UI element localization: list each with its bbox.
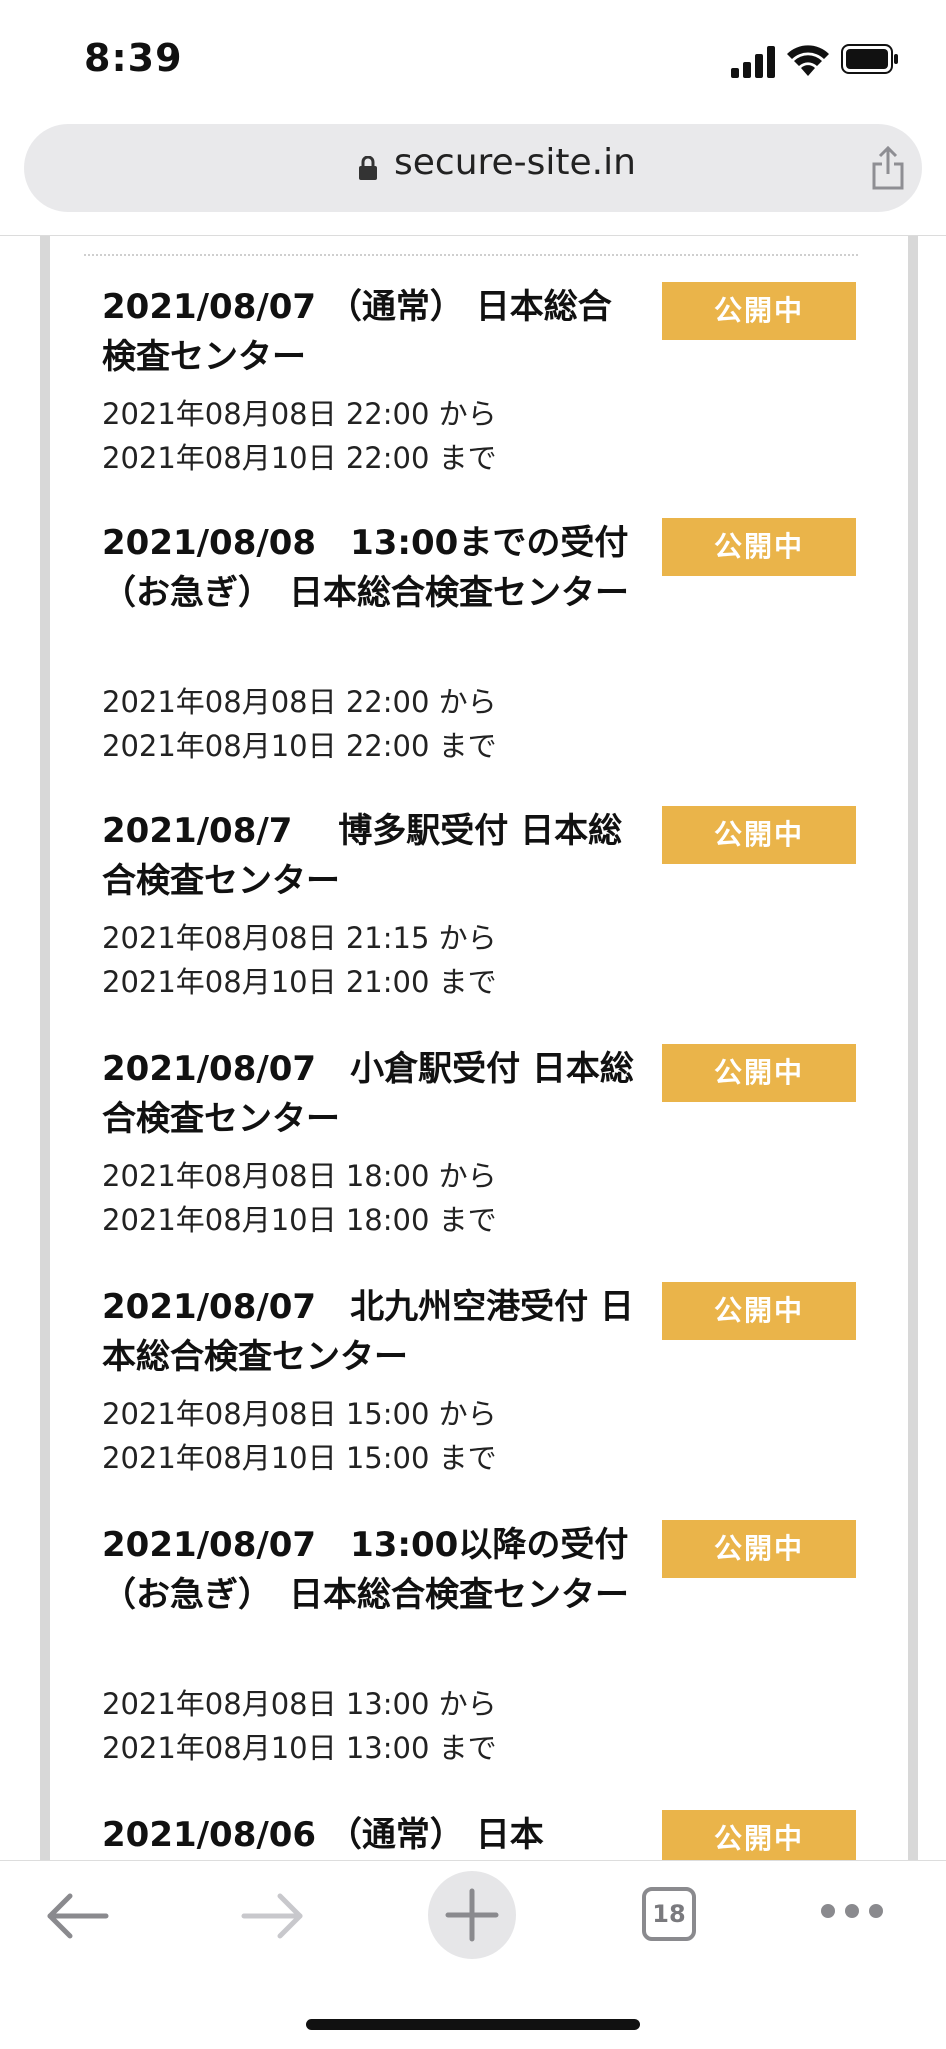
entry-date-until: 2021年08月10日 15:00 まで [102,1441,497,1475]
wifi-icon [787,45,829,76]
forward-arrow-icon[interactable] [240,1891,306,1941]
more-dots-icon[interactable] [818,1901,886,1921]
status-badge: 公開中 [662,806,856,864]
entry-date-from: 2021年08月08日 15:00 から [102,1397,497,1431]
entry-date-until: 2021年08月10日 21:00 まで [102,965,497,999]
status-time: 8:39 [84,36,183,80]
entry-title[interactable]: 2021/08/7 博多駅受付 日本総合検査センター [102,806,642,906]
entry-date-until: 2021年08月10日 22:00 まで [102,441,497,475]
entry-date-from: 2021年08月08日 22:00 から [102,397,497,431]
new-tab-button[interactable] [428,1871,516,1959]
share-icon[interactable] [870,146,906,190]
battery-icon [841,44,898,74]
entry-title[interactable]: 2021/08/07 13:00以降の受付（お急ぎ） 日本総合検査センター [102,1520,642,1620]
browser-toolbar: 18 [0,1860,946,2049]
entry-title[interactable]: 2021/08/07 北九州空港受付 日本総合検査センター [102,1282,642,1382]
entry-date-from: 2021年08月08日 18:00 から [102,1159,497,1193]
tab-count-button[interactable]: 18 [642,1887,696,1941]
status-badge: 公開中 [662,1810,856,1860]
status-badge: 公開中 [662,1520,856,1578]
entry-date-until: 2021年08月10日 18:00 まで [102,1203,497,1237]
new-tab-plus-icon [445,1888,499,1942]
address-bar[interactable]: secure-site.in [24,124,922,212]
entry-date-from: 2021年08月08日 21:15 から [102,921,497,955]
lock-icon [359,156,377,180]
entry-date-until: 2021年08月10日 22:00 まで [102,729,497,763]
back-arrow-icon[interactable] [44,1891,110,1941]
status-badge: 公開中 [662,1282,856,1340]
entry-date-from: 2021年08月08日 13:00 から [102,1687,497,1721]
status-badge: 公開中 [662,1044,856,1102]
status-badge: 公開中 [662,518,856,576]
url-text[interactable]: secure-site.in [394,142,636,183]
entry-title[interactable]: 2021/08/06 （通常） 日本 [102,1810,642,1860]
entry-date-until: 2021年08月10日 13:00 まで [102,1731,497,1765]
cellular-signal-icon [731,46,775,78]
listing-frame: 2021/08/07 （通常） 日本総合検査センター 公開中 2021年08月0… [40,236,918,1860]
entry-title[interactable]: 2021/08/07 （通常） 日本総合検査センター [102,282,642,382]
status-badge: 公開中 [662,282,856,340]
home-indicator[interactable] [306,2019,640,2030]
entry-title[interactable]: 2021/08/08 13:00までの受付（お急ぎ） 日本総合検査センター [102,518,642,618]
status-bar: 8:39 [0,0,946,120]
entry-date-from: 2021年08月08日 22:00 から [102,685,497,719]
dotted-divider [84,254,858,256]
entry-title[interactable]: 2021/08/07 小倉駅受付 日本総合検査センター [102,1044,642,1144]
